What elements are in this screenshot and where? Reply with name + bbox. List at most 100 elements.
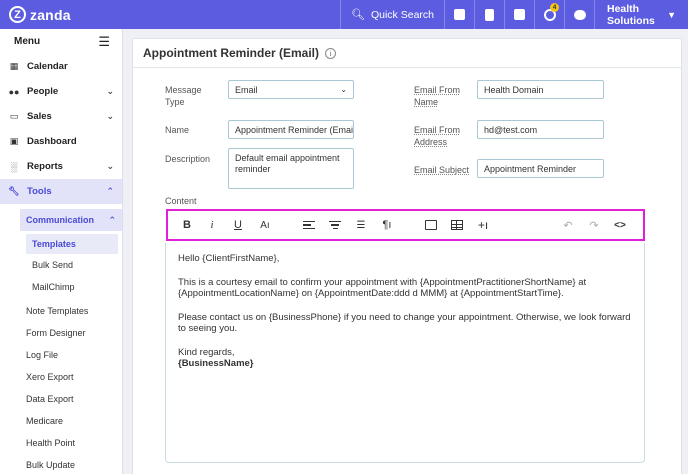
menu-label: Menu xyxy=(14,36,41,47)
sidebar-item-label: Calendar xyxy=(27,61,68,72)
underline-button[interactable]: U xyxy=(231,218,245,232)
logo-icon: Z xyxy=(9,6,26,23)
name-label: Name xyxy=(165,125,190,135)
image-icon xyxy=(425,220,437,230)
search-icon: 🔍︎ xyxy=(351,9,365,21)
chevron-down-icon: ⌄ xyxy=(106,161,114,171)
name-input[interactable]: Appointment Reminder (Email xyxy=(228,120,354,139)
chevron-down-icon: ⌄ xyxy=(106,86,114,96)
sidebar-item-label: Sales xyxy=(27,111,52,122)
sidebar-item-bulk-send[interactable]: Bulk Send xyxy=(0,254,122,276)
align-center-button[interactable] xyxy=(328,218,342,232)
align-center-icon xyxy=(329,220,341,230)
sidebar: Menu ☰ ▦ Calendar ●● People ⌄ ▭ Sales ⌄ … xyxy=(0,29,123,474)
ordered-list-icon: ☰ xyxy=(356,219,366,231)
confirmation-paragraph: This is a courtesy email to confirm your… xyxy=(178,276,587,300)
italic-button[interactable]: i xyxy=(205,218,219,232)
page-title: Appointment Reminder (Email) i xyxy=(133,39,681,68)
notification-badge: 4 xyxy=(550,3,559,12)
email-from-address-input[interactable]: hd@test.com xyxy=(477,120,604,139)
tasks-icon[interactable]: 4 xyxy=(534,0,564,29)
align-left-button[interactable] xyxy=(302,218,316,232)
email-subject-input[interactable]: Appointment Reminder xyxy=(477,159,604,178)
email-from-name-input[interactable]: Health Domain xyxy=(477,80,604,99)
email-from-address-label: Email From Address xyxy=(414,124,470,148)
email-from-address-label-text: Email From Address xyxy=(414,125,461,147)
account-name: Health Solutions xyxy=(607,2,655,27)
align-left-icon xyxy=(303,220,315,230)
quick-search-label: Quick Search xyxy=(370,8,434,21)
info-icon[interactable]: i xyxy=(325,47,337,59)
calendar-icon: ▦ xyxy=(9,61,19,71)
message-type-value: Email xyxy=(235,84,258,95)
chevron-up-icon: ⌃ xyxy=(106,186,114,196)
sidebar-item-communication[interactable]: Communication ⌃ xyxy=(20,209,122,231)
signoff-line: Kind regards, xyxy=(178,346,235,358)
sidebar-item-templates[interactable]: Templates xyxy=(26,234,118,254)
insert-more-button[interactable]: +ı xyxy=(476,218,490,232)
message-type-select[interactable]: Email ⌄ xyxy=(228,80,354,99)
message-type-label: Message Type xyxy=(165,85,202,107)
font-size-button[interactable]: Aı xyxy=(258,218,272,232)
page-title-text: Appointment Reminder (Email) xyxy=(143,46,320,60)
email-from-name-label: Email From Name xyxy=(414,84,470,108)
description-label: Description xyxy=(165,154,211,164)
signature-line: {BusinessName} xyxy=(178,358,254,369)
code-view-button[interactable]: <> xyxy=(613,218,627,232)
bold-button[interactable]: B xyxy=(180,218,194,232)
clipboard-icon[interactable] xyxy=(474,0,504,29)
chat-icon[interactable] xyxy=(564,0,594,29)
sidebar-item-xero-export[interactable]: Xero Export xyxy=(0,366,122,388)
sidebar-item-tools[interactable]: 🔧︎ Tools ⌃ xyxy=(0,179,122,204)
communication-label: Communication xyxy=(26,215,95,225)
chevron-down-icon: ⌄ xyxy=(340,85,347,94)
redo-button[interactable]: ↷ xyxy=(587,218,601,232)
sidebar-item-label: Dashboard xyxy=(27,136,77,147)
chevron-down-icon: ⌄ xyxy=(106,111,114,121)
list-button[interactable]: ☰ xyxy=(354,218,368,232)
sidebar-item-label: People xyxy=(27,86,59,97)
content-label: Content xyxy=(165,196,197,206)
sidebar-item-data-export[interactable]: Data Export xyxy=(0,388,122,410)
sidebar-item-label: Reports xyxy=(27,161,63,172)
sales-icon: ▭ xyxy=(9,111,19,121)
people-icon: ●● xyxy=(8,86,20,97)
report-icon[interactable] xyxy=(444,0,474,29)
wrench-icon: 🔧︎ xyxy=(8,186,20,196)
zanda-logo[interactable]: Z zanda xyxy=(0,6,340,23)
quick-search-button[interactable]: 🔍︎ Quick Search xyxy=(340,0,444,29)
sidebar-item-bulk-update[interactable]: Bulk Update xyxy=(0,454,122,474)
sidebar-item-reports[interactable]: ░ Reports ⌄ xyxy=(0,154,122,179)
contact-paragraph: Please contact us on {BusinessPhone} if … xyxy=(178,311,631,335)
insert-image-button[interactable] xyxy=(424,218,438,232)
dashboard-icon: ▣ xyxy=(9,136,19,146)
sidebar-item-people[interactable]: ●● People ⌄ xyxy=(0,79,122,104)
table-icon xyxy=(451,220,463,230)
brand-name: zanda xyxy=(30,6,71,23)
hamburger-icon[interactable]: ☰ xyxy=(98,34,110,50)
sidebar-item-label: Tools xyxy=(27,186,52,197)
undo-button[interactable]: ↶ xyxy=(561,218,575,232)
paragraph-button[interactable]: ¶ı xyxy=(380,218,394,232)
account-menu[interactable]: Health Solutions ▼ xyxy=(594,0,688,29)
sidebar-item-calendar[interactable]: ▦ Calendar xyxy=(0,54,122,79)
sidebar-item-log-file[interactable]: Log File xyxy=(0,344,122,366)
sidebar-item-dashboard[interactable]: ▣ Dashboard xyxy=(0,129,122,154)
email-subject-label: Email Subject xyxy=(414,164,469,176)
reports-icon: ░ xyxy=(10,161,18,172)
sidebar-item-medicare[interactable]: Medicare xyxy=(0,410,122,432)
chevron-down-icon: ▼ xyxy=(667,9,676,20)
insert-table-button[interactable] xyxy=(450,218,464,232)
content-editor[interactable]: Hello {ClientFirstName}, This is a court… xyxy=(165,243,645,463)
sidebar-item-mailchimp[interactable]: MailChimp xyxy=(0,276,122,298)
calendar-icon[interactable] xyxy=(504,0,534,29)
sidebar-item-note-templates[interactable]: Note Templates xyxy=(0,300,122,322)
sidebar-header: Menu ☰ xyxy=(0,29,122,54)
sidebar-item-sales[interactable]: ▭ Sales ⌄ xyxy=(0,104,122,129)
sidebar-item-health-point[interactable]: Health Point xyxy=(0,432,122,454)
chevron-up-icon: ⌃ xyxy=(108,214,116,225)
sidebar-item-form-designer[interactable]: Form Designer xyxy=(0,322,122,344)
description-textarea[interactable]: Default email appointment reminder xyxy=(228,148,354,189)
email-from-name-label-text: Email From Name xyxy=(414,85,461,107)
email-subject-label-text: Email Subject xyxy=(414,165,470,175)
